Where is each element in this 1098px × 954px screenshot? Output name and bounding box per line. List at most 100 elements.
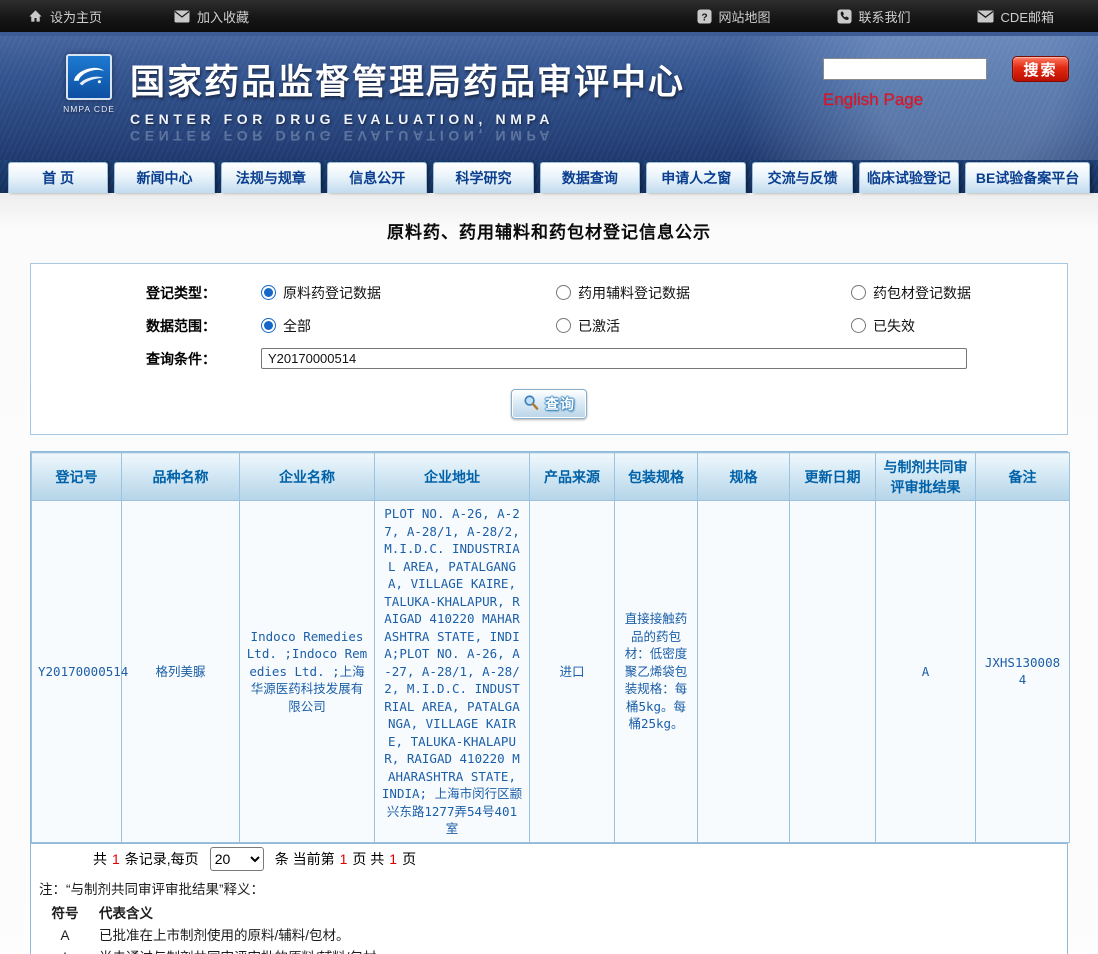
reg-type-option-packaging[interactable]: 药包材登记数据 (851, 283, 1098, 303)
nav-tab-applicant[interactable]: 申请人之窗 (646, 162, 746, 193)
nav-tab-be-platform[interactable]: BE试验备案平台 (965, 162, 1090, 193)
phone-icon (837, 9, 852, 24)
site-title-english-reflection: CENTER FOR DRUG EVALUATION, NMPA (130, 128, 685, 144)
legend-notes: 注：“与制剂共同审评审批结果”释义： 符号 代表含义 A 已批准在上市制剂使用的… (31, 875, 1067, 954)
scope-option-all[interactable]: 全部 (261, 316, 556, 336)
col-header-spec: 规格 (698, 453, 790, 501)
set-home-link[interactable]: 设为主页 (28, 7, 102, 26)
pager-prefix: 共 (93, 849, 107, 869)
cell-company-name: Indoco Remedies Ltd. ;Indoco Remedies Lt… (240, 501, 375, 843)
home-icon (28, 9, 43, 24)
note-symbol-i: I (39, 947, 91, 954)
results-table-container: 登记号 品种名称 企业名称 企业地址 产品来源 包装规格 规格 更新日期 与制剂… (30, 451, 1068, 954)
note-row-i: I 尚未通过与制剂共同审评审批的原料/辅料/包材。 (39, 947, 1059, 954)
nav-tab-regulations[interactable]: 法规与规章 (221, 162, 321, 193)
nmpa-cde-logo-icon (66, 54, 112, 100)
reg-type-option-api[interactable]: 原料药登记数据 (261, 283, 556, 303)
notes-symbol-header: 符号 (39, 903, 91, 925)
pager-mid2: 条 当前第 (275, 849, 335, 869)
total-pages: 1 (389, 851, 397, 867)
query-condition-label: 查询条件： (31, 349, 216, 369)
nav-tab-disclosure[interactable]: 信息公开 (327, 162, 427, 193)
nav-tab-news[interactable]: 新闻中心 (114, 162, 214, 193)
notes-title: 注：“与制剂共同审评审批结果”释义： (39, 879, 1059, 901)
nav-tab-data-query[interactable]: 数据查询 (540, 162, 640, 193)
note-meaning-a: 已批准在上市制剂使用的原料/辅料/包材。 (91, 925, 350, 947)
col-header-remark: 备注 (976, 453, 1070, 501)
cde-mail-label: CDE邮箱 (1001, 7, 1054, 26)
col-header-reg-no: 登记号 (32, 453, 122, 501)
scope-radio-all[interactable] (261, 318, 276, 333)
pager-mid3: 页 共 (352, 849, 384, 869)
current-page: 1 (340, 851, 348, 867)
page: 设为主页 加入收藏 ? 网站地图 联系我们 CDE邮箱 (0, 0, 1098, 954)
sitemap-link[interactable]: ? 网站地图 (697, 7, 771, 26)
cde-mail-link[interactable]: CDE邮箱 (977, 7, 1054, 26)
query-button[interactable]: 查询 (511, 389, 587, 419)
nav-tab-research[interactable]: 科学研究 (433, 162, 533, 193)
note-symbol-a: A (39, 925, 91, 947)
magnifier-icon (523, 394, 540, 414)
scope-radio-expired[interactable] (851, 318, 866, 333)
cell-spec (698, 501, 790, 843)
data-scope-label: 数据范围： (31, 316, 216, 336)
col-header-joint-review: 与制剂共同审评审批结果 (876, 453, 976, 501)
query-condition-input[interactable] (261, 348, 967, 369)
main-nav: 首 页 新闻中心 法规与规章 信息公开 科学研究 数据查询 申请人之窗 交流与反… (0, 160, 1098, 193)
sitemap-label: 网站地图 (719, 7, 771, 26)
english-page-link[interactable]: English Page (823, 90, 923, 110)
nav-tab-home[interactable]: 首 页 (8, 162, 108, 193)
svg-text:?: ? (701, 12, 707, 23)
reg-type-radio-excipient[interactable] (556, 285, 571, 300)
nav-tab-feedback[interactable]: 交流与反馈 (752, 162, 852, 193)
scope-option-expired[interactable]: 已失效 (851, 316, 1098, 336)
pager-mid1: 条记录,每页 (125, 849, 199, 869)
notes-meaning-header: 代表含义 (91, 903, 153, 925)
mail-icon (977, 10, 994, 23)
table-header-row: 登记号 品种名称 企业名称 企业地址 产品来源 包装规格 规格 更新日期 与制剂… (32, 453, 1070, 501)
scope-radio-activated[interactable] (556, 318, 571, 333)
reg-type-radio-packaging[interactable] (851, 285, 866, 300)
main-content: 原料药、药用辅料和药包材登记信息公示 登记类型： 原料药登记数据 药用辅料登记数… (0, 193, 1098, 954)
site-logo[interactable]: NMPA CDE (56, 54, 122, 114)
site-title-chinese: 国家药品监督管理局药品审评中心 (130, 54, 685, 105)
scope-option-activated[interactable]: 已激活 (556, 316, 851, 336)
site-title-english: CENTER FOR DRUG EVALUATION, NMPA (130, 111, 685, 127)
reg-type-radio-api[interactable] (261, 285, 276, 300)
col-header-product-name: 品种名称 (122, 453, 240, 501)
cell-remark: JXHS1300084 (976, 501, 1070, 843)
site-search-button[interactable]: 搜索 (1012, 56, 1069, 82)
add-favorite-label: 加入收藏 (197, 7, 249, 26)
logo-caption: NMPA CDE (56, 104, 122, 114)
site-header: NMPA CDE 国家药品监督管理局药品审评中心 CENTER FOR DRUG… (0, 32, 1098, 160)
cell-product-name: 格列美脲 (122, 501, 240, 843)
results-table: 登记号 品种名称 企业名称 企业地址 产品来源 包装规格 规格 更新日期 与制剂… (31, 452, 1070, 843)
contact-label: 联系我们 (859, 7, 911, 26)
col-header-company-address: 企业地址 (375, 453, 530, 501)
contact-link[interactable]: 联系我们 (837, 7, 911, 26)
query-button-label: 查询 (545, 394, 575, 414)
cell-update-date (790, 501, 876, 843)
cell-product-source: 进口 (530, 501, 615, 843)
table-row: Y20170000514 格列美脲 Indoco Remedies Ltd. ;… (32, 501, 1070, 843)
cell-company-address: PLOT NO. A-26, A-27, A-28/1, A-28/2, M.I… (375, 501, 530, 843)
col-header-product-source: 产品来源 (530, 453, 615, 501)
page-title: 原料药、药用辅料和药包材登记信息公示 (0, 218, 1098, 243)
col-header-package-spec: 包装规格 (615, 453, 698, 501)
note-row-a: A 已批准在上市制剂使用的原料/辅料/包材。 (39, 925, 1059, 947)
nav-tab-clinical-trial[interactable]: 临床试验登记 (859, 162, 959, 193)
reg-type-label: 登记类型： (31, 283, 216, 303)
site-search-input[interactable] (823, 58, 987, 80)
per-page-select[interactable]: 20 (210, 847, 264, 871)
cell-joint-review-result: A (876, 501, 976, 843)
add-favorite-link[interactable]: 加入收藏 (174, 7, 249, 26)
reg-type-option-excipient[interactable]: 药用辅料登记数据 (556, 283, 851, 303)
col-header-company-name: 企业名称 (240, 453, 375, 501)
note-meaning-i: 尚未通过与制剂共同审评审批的原料/辅料/包材。 (91, 947, 390, 954)
question-icon: ? (697, 9, 712, 24)
col-header-update-date: 更新日期 (790, 453, 876, 501)
pagination-bar: 共 1 条记录,每页 20 条 当前第 1 页 共 1 页 (31, 843, 1067, 875)
cell-reg-no: Y20170000514 (32, 501, 122, 843)
record-count: 1 (112, 851, 120, 867)
query-form-panel: 登记类型： 原料药登记数据 药用辅料登记数据 药包材登记数据 (30, 263, 1068, 435)
